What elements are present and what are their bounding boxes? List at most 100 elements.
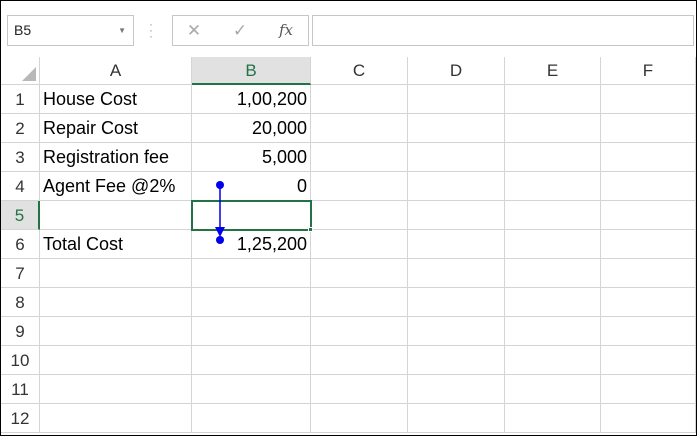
cell-f2[interactable] — [601, 114, 696, 143]
cell-b12[interactable] — [192, 404, 311, 433]
row-header-10[interactable]: 10 — [1, 346, 40, 375]
cell-d11[interactable] — [408, 375, 505, 404]
cell-a5[interactable] — [40, 201, 192, 230]
cell-f4[interactable] — [601, 172, 696, 201]
cell-a11[interactable] — [40, 375, 192, 404]
cell-d5[interactable] — [408, 201, 505, 230]
name-box[interactable]: B5 ▼ — [7, 15, 134, 46]
row-header-5[interactable]: 5 — [1, 201, 40, 230]
cell-c4[interactable] — [311, 172, 408, 201]
cell-d8[interactable] — [408, 288, 505, 317]
cell-b3[interactable]: 5,000 — [192, 143, 311, 172]
cell-c3[interactable] — [311, 143, 408, 172]
cell-d12[interactable] — [408, 404, 505, 433]
cell-f10[interactable] — [601, 346, 696, 375]
check-icon[interactable]: ✓ — [225, 16, 255, 45]
cell-e7[interactable] — [505, 259, 601, 288]
column-header-e[interactable]: E — [505, 57, 601, 85]
row-header-12[interactable]: 12 — [1, 404, 40, 433]
cell-c8[interactable] — [311, 288, 408, 317]
cell-f7[interactable] — [601, 259, 696, 288]
cell-a6[interactable]: Total Cost — [40, 230, 192, 259]
cell-b5[interactable] — [192, 201, 311, 230]
cell-f1[interactable] — [601, 85, 696, 114]
column-header-d[interactable]: D — [408, 57, 505, 85]
column-header-a[interactable]: A — [40, 57, 192, 85]
cell-e4[interactable] — [505, 172, 601, 201]
cell-e8[interactable] — [505, 288, 601, 317]
cell-c9[interactable] — [311, 317, 408, 346]
cell-f6[interactable] — [601, 230, 696, 259]
cell-d6[interactable] — [408, 230, 505, 259]
cell-b8[interactable] — [192, 288, 311, 317]
cell-c7[interactable] — [311, 259, 408, 288]
cell-e3[interactable] — [505, 143, 601, 172]
cell-d4[interactable] — [408, 172, 505, 201]
cell-b4[interactable]: 0 — [192, 172, 311, 201]
cell-c6[interactable] — [311, 230, 408, 259]
cell-d7[interactable] — [408, 259, 505, 288]
cell-d9[interactable] — [408, 317, 505, 346]
cell-b6[interactable]: 1,25,200 — [192, 230, 311, 259]
row-header-1[interactable]: 1 — [1, 85, 40, 114]
cell-a10[interactable] — [40, 346, 192, 375]
row-header-11[interactable]: 11 — [1, 375, 40, 404]
fx-icon[interactable]: fx — [271, 16, 301, 45]
cell-e1[interactable] — [505, 85, 601, 114]
formula-input[interactable] — [312, 15, 694, 46]
row-header-4[interactable]: 4 — [1, 172, 40, 201]
cell-a2[interactable]: Repair Cost — [40, 114, 192, 143]
cell-a8[interactable] — [40, 288, 192, 317]
cell-d10[interactable] — [408, 346, 505, 375]
select-all-corner[interactable] — [1, 57, 40, 85]
cell-f3[interactable] — [601, 143, 696, 172]
column-header-b[interactable]: B — [192, 57, 311, 85]
cell-c1[interactable] — [311, 85, 408, 114]
cell-b9[interactable] — [192, 317, 311, 346]
cell-b10[interactable] — [192, 346, 311, 375]
cell-a9[interactable] — [40, 317, 192, 346]
select-all-triangle-icon — [22, 67, 36, 81]
cell-d1[interactable] — [408, 85, 505, 114]
cell-b7[interactable] — [192, 259, 311, 288]
cell-e9[interactable] — [505, 317, 601, 346]
cell-d3[interactable] — [408, 143, 505, 172]
cell-a12[interactable] — [40, 404, 192, 433]
cell-d2[interactable] — [408, 114, 505, 143]
cell-f12[interactable] — [601, 404, 696, 433]
row-header-2[interactable]: 2 — [1, 114, 40, 143]
row-header-8[interactable]: 8 — [1, 288, 40, 317]
row-header-3[interactable]: 3 — [1, 143, 40, 172]
fill-handle[interactable] — [308, 227, 313, 232]
row-header-7[interactable]: 7 — [1, 259, 40, 288]
cell-a4[interactable]: Agent Fee @2% — [40, 172, 192, 201]
column-header-c[interactable]: C — [311, 57, 408, 85]
cell-c12[interactable] — [311, 404, 408, 433]
x-icon[interactable]: ✕ — [179, 16, 209, 45]
chevron-down-icon[interactable]: ▼ — [118, 16, 126, 45]
cell-f11[interactable] — [601, 375, 696, 404]
cell-a3[interactable]: Registration fee — [40, 143, 192, 172]
cell-e10[interactable] — [505, 346, 601, 375]
cell-a1[interactable]: House Cost — [40, 85, 192, 114]
cell-a7[interactable] — [40, 259, 192, 288]
cell-e6[interactable] — [505, 230, 601, 259]
cell-e12[interactable] — [505, 404, 601, 433]
grip-dots-icon: · · · — [149, 17, 153, 43]
cell-c5[interactable] — [311, 201, 408, 230]
cell-b1[interactable]: 1,00,200 — [192, 85, 311, 114]
cell-f9[interactable] — [601, 317, 696, 346]
cell-b11[interactable] — [192, 375, 311, 404]
cell-c11[interactable] — [311, 375, 408, 404]
cell-c10[interactable] — [311, 346, 408, 375]
cell-f8[interactable] — [601, 288, 696, 317]
row-header-6[interactable]: 6 — [1, 230, 40, 259]
row-header-9[interactable]: 9 — [1, 317, 40, 346]
cell-e11[interactable] — [505, 375, 601, 404]
cell-b2[interactable]: 20,000 — [192, 114, 311, 143]
column-header-f[interactable]: F — [601, 57, 696, 85]
cell-c2[interactable] — [311, 114, 408, 143]
cell-f5[interactable] — [601, 201, 696, 230]
cell-e2[interactable] — [505, 114, 601, 143]
cell-e5[interactable] — [505, 201, 601, 230]
